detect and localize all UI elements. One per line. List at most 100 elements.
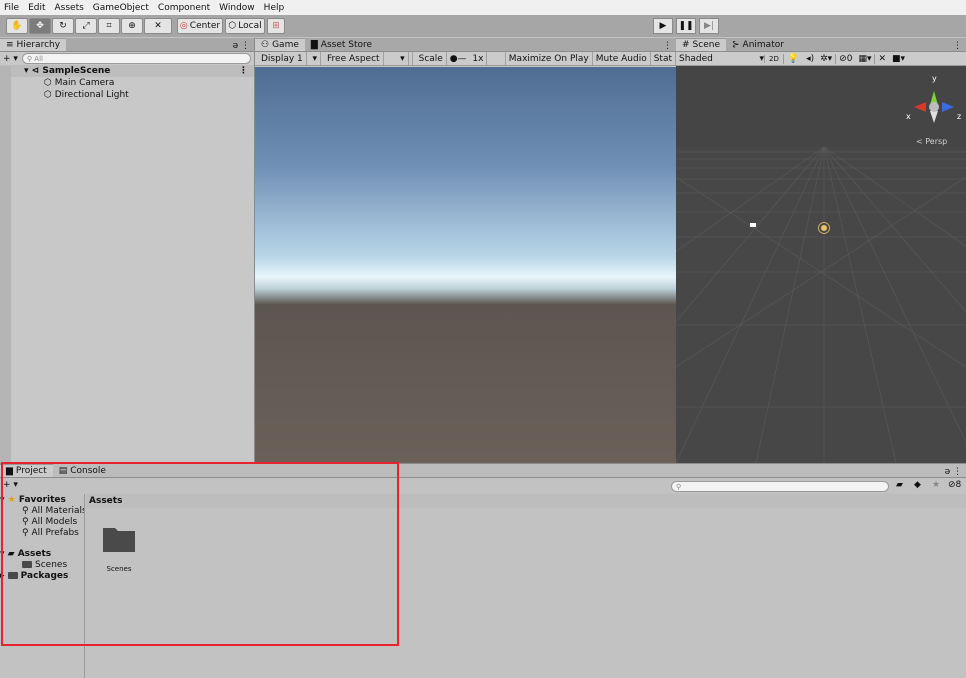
project-create-button[interactable]: + ▾	[3, 480, 18, 490]
pivot-center-button[interactable]: ◎ Center	[177, 18, 223, 34]
animator-icon: ⊱	[732, 39, 740, 50]
tree-scenes[interactable]: Scenes	[0, 559, 84, 570]
tab-scene-label: Scene	[692, 40, 720, 50]
pause-button[interactable]: ❚❚	[676, 18, 696, 34]
audio-toggle-icon[interactable]: ◂)	[803, 54, 817, 64]
rotate-icon: ↻	[59, 21, 67, 31]
tab-console[interactable]: ▤ Console	[53, 464, 112, 477]
tree-all-models[interactable]: ⚲ All Models	[0, 516, 84, 527]
filter-type-icon[interactable]: ▰	[896, 480, 903, 490]
game-menu-icon[interactable]: ⋮	[659, 41, 676, 51]
tab-project[interactable]: ▆ Project	[0, 464, 53, 477]
menu-window[interactable]: Window	[219, 3, 255, 13]
gameobject-icon: ⬡	[44, 78, 55, 88]
hidden-packages-count: 8	[955, 480, 962, 490]
tools-icon: ✕	[154, 21, 162, 31]
search-icon: ⚲	[22, 505, 32, 516]
menu-bar: File Edit Assets GameObject Component Wi…	[0, 0, 966, 15]
filter-label-icon[interactable]: ◆	[914, 480, 921, 490]
effects-toggle-icon[interactable]: ✲▾	[817, 54, 835, 64]
mute-audio-toggle[interactable]: Mute Audio	[593, 52, 651, 65]
hand-tool-button[interactable]: ✋	[6, 18, 28, 34]
folder-icon: ▆	[6, 466, 13, 476]
grid-snap-button[interactable]: ⊞	[267, 18, 285, 34]
grid-icon: ⊞	[272, 21, 280, 31]
play-button[interactable]: ▶	[653, 18, 673, 34]
menu-assets[interactable]: Assets	[55, 3, 84, 13]
create-button[interactable]: + ▾	[3, 54, 18, 64]
favorite-star-icon[interactable]: ★	[932, 480, 940, 490]
camera-dropdown-icon[interactable]: ■▾	[889, 54, 908, 64]
hierarchy-item-directional-light[interactable]: ⬡ Directional Light	[0, 89, 254, 101]
tree-assets[interactable]: ▾ ▰ Assets	[0, 548, 84, 559]
menu-help[interactable]: Help	[264, 3, 285, 13]
menu-edit[interactable]: Edit	[28, 3, 45, 13]
game-panel: ⚇ Game ▇ Asset Store ⋮ Display 1 ▾ Free As…	[255, 38, 676, 463]
scene-panel: # Scene ⊱ Animator ⋮ Shaded ▾ 2D 💡 ◂) ✲▾ ⊘0…	[676, 38, 966, 463]
move-icon: ✥	[36, 21, 44, 31]
hidden-packages-toggle[interactable]: ⊘8	[948, 480, 961, 490]
tab-project-label: Project	[15, 466, 47, 476]
lock-icon[interactable]: ə ⋮	[229, 41, 254, 51]
search-icon: ⚲	[22, 527, 32, 538]
scale-slider[interactable]: Scale ●— 1x	[413, 52, 506, 65]
expand-arrow-icon: ▾	[0, 494, 8, 505]
project-lock-icon[interactable]: ə ⋮	[941, 467, 966, 477]
tab-animator[interactable]: ⊱ Animator	[726, 38, 790, 51]
scene-menu-icon[interactable]: ⋮	[949, 41, 966, 51]
tree-favorites[interactable]: ▾ ★ Favorites	[0, 494, 84, 505]
step-button[interactable]: ▶|	[699, 18, 719, 34]
asset-item-scenes[interactable]: Scenes	[96, 524, 142, 573]
hierarchy-search-input[interactable]: ⚲ All	[21, 53, 251, 64]
toggle-2d-button[interactable]: 2D	[764, 54, 783, 63]
camera-gizmo[interactable]	[750, 223, 756, 227]
move-tool-button[interactable]: ✥	[29, 18, 51, 34]
project-search-input[interactable]: ⚲	[671, 481, 889, 492]
tree-all-prefabs[interactable]: ⚲ All Prefabs	[0, 527, 84, 538]
hierarchy-item-main-camera[interactable]: ⬡ Main Camera	[0, 77, 254, 89]
hierarchy-search-placeholder: All	[34, 54, 43, 63]
breadcrumb-assets[interactable]: Assets	[89, 496, 122, 506]
breadcrumb: Assets	[86, 494, 966, 508]
chevron-down-icon: ▾	[397, 52, 409, 65]
tab-game[interactable]: ⚇ Game	[255, 38, 305, 51]
game-viewport[interactable]	[255, 67, 676, 463]
tree-packages[interactable]: ▸ Packages	[0, 570, 84, 581]
tools-toggle-icon[interactable]: ✕	[874, 53, 889, 64]
scene-root-item[interactable]: ▾ ⊲ SampleScene ⋮	[0, 65, 254, 77]
eye-slash-icon: ⊘	[948, 480, 956, 490]
aspect-dropdown[interactable]: Free Aspect ▾	[321, 52, 413, 65]
custom-tool-button[interactable]: ✕	[144, 18, 172, 34]
axis-z-label: z	[957, 112, 961, 121]
menu-file[interactable]: File	[4, 3, 19, 13]
stats-toggle[interactable]: Stat	[651, 52, 676, 65]
shading-label: Shaded	[679, 53, 713, 64]
project-panel: ▆ Project ▤ Console ə ⋮ + ▾ ⚲ ▰ ◆ ★ ⊘8 ▾ ★…	[0, 463, 966, 678]
scene-menu-icon[interactable]: ⋮	[239, 66, 254, 76]
rect-tool-button[interactable]: ⌗	[98, 18, 120, 34]
space-local-button[interactable]: ⬡ Local	[225, 18, 265, 34]
rotate-tool-button[interactable]: ↻	[52, 18, 74, 34]
tab-hierarchy[interactable]: ≡ Hierarchy	[0, 38, 67, 51]
shading-dropdown[interactable]: Shaded ▾	[676, 54, 764, 64]
grid-toggle-icon[interactable]: ▦▾	[855, 54, 874, 64]
display-dropdown[interactable]: Display 1 ▾	[255, 52, 322, 65]
tab-asset-store[interactable]: ▇ Asset Store	[305, 38, 378, 51]
scene-viewport[interactable]: y x z < Persp	[676, 67, 966, 463]
menu-component[interactable]: Component	[158, 3, 210, 13]
visibility-toggle[interactable]: ⊘0	[835, 53, 855, 64]
tree-all-materials[interactable]: ⚲ All Materials	[0, 505, 84, 516]
search-icon: ⚲	[22, 516, 32, 527]
hierarchy-gutter	[0, 66, 11, 463]
menu-gameobject[interactable]: GameObject	[93, 3, 149, 13]
maximize-on-play-toggle[interactable]: Maximize On Play	[506, 52, 593, 65]
space-label: Local	[238, 21, 262, 31]
scale-tool-button[interactable]: ⤢	[75, 18, 97, 34]
game-tabbar: ⚇ Game ▇ Asset Store ⋮	[255, 38, 676, 52]
open-folder-icon: ▰	[7, 548, 18, 559]
asset-item-label: Scenes	[106, 565, 132, 573]
scene-toolbar: Shaded ▾ 2D 💡 ◂) ✲▾ ⊘0 ▦▾ ✕ ■▾	[676, 52, 966, 66]
lighting-toggle-icon[interactable]: 💡	[782, 53, 803, 64]
transform-tool-button[interactable]: ⊕	[121, 18, 143, 34]
tab-scene[interactable]: # Scene	[676, 38, 726, 51]
